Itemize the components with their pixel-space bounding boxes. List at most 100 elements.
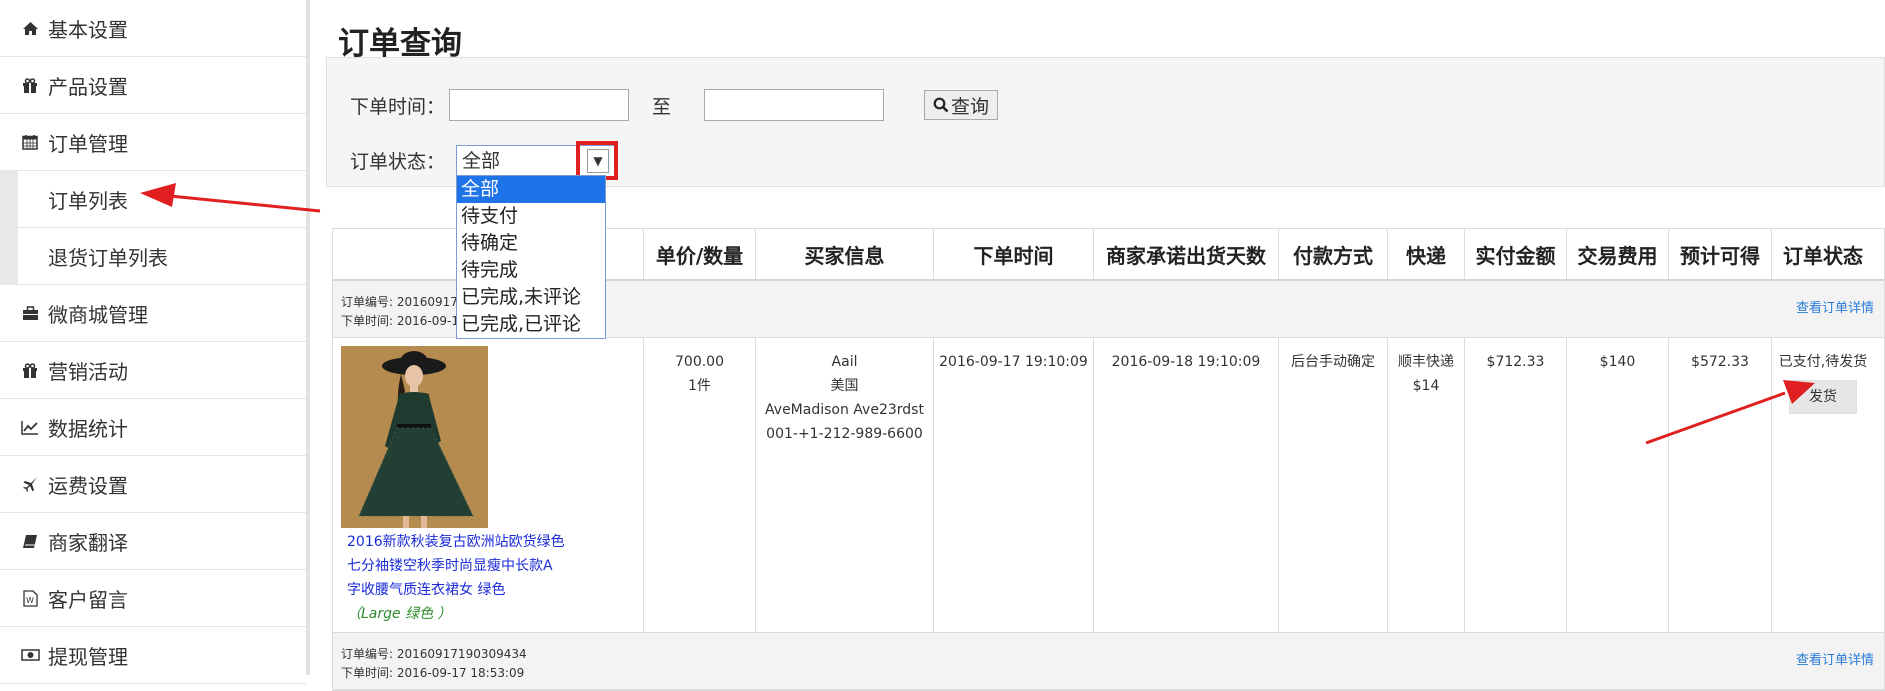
money-icon	[18, 648, 42, 662]
product-name[interactable]: 2016新款秋装复古欧洲站欧货绿色 七分袖镂空秋季时尚显瘦中长款A 字收腰气质连…	[341, 530, 635, 602]
courier-cost: $14	[1412, 378, 1440, 394]
view-order-detail-link[interactable]: 查看订单详情	[1796, 649, 1874, 668]
courier-cell: 顺丰快递 $14	[1387, 338, 1464, 632]
order-meta: 订单编号: 2016091717 下单时间: 2016-09-1	[341, 293, 473, 331]
expected-cell: $572.33	[1668, 338, 1771, 632]
sidebar-subitem-return-order-list[interactable]: 退货订单列表	[0, 228, 306, 285]
column-header-expected: 预计可得	[1668, 229, 1771, 279]
order-header: 订单编号: 20160917190309434 下单时间: 2016-09-17…	[333, 633, 1884, 690]
quantity: 1件	[688, 378, 711, 394]
product-name-line: 2016新款秋装复古欧洲站欧货绿色	[347, 534, 565, 550]
courier-name: 顺丰快递	[1398, 354, 1454, 370]
column-header-courier: 快递	[1387, 229, 1464, 279]
status-cell: 已支付,待发货 发货	[1771, 338, 1874, 632]
status-option-completed-unreviewed[interactable]: 已完成,未评论	[457, 284, 605, 311]
sidebar-item-withdrawal[interactable]: 提现管理	[0, 627, 306, 684]
column-header-buyer: 买家信息	[755, 229, 933, 279]
briefcase-icon	[18, 305, 42, 321]
ship-button[interactable]: 发货	[1789, 380, 1857, 414]
price-qty-cell: 700.00 1件	[643, 338, 755, 632]
column-header-price-qty: 单价/数量	[643, 229, 755, 279]
paid-amount-cell: $712.33	[1464, 338, 1566, 632]
sidebar-item-label: 运费设置	[48, 473, 128, 498]
sidebar-item-label: 客户留言	[48, 587, 128, 612]
sidebar-subitem-order-list[interactable]: 订单列表	[0, 171, 306, 228]
status-option-pending-payment[interactable]: 待支付	[457, 203, 605, 230]
word-doc-icon: W	[18, 589, 42, 607]
sidebar-item-label: 数据统计	[48, 416, 128, 441]
product-variant: （Large 绿色 ）	[347, 606, 452, 622]
calendar-icon	[18, 134, 42, 150]
sidebar-item-statistics[interactable]: 数据统计	[0, 399, 306, 456]
sidebar-item-label: 营销活动	[48, 359, 128, 384]
sidebar-item-label: 产品设置	[48, 74, 128, 99]
order-number: 订单编号: 20160917190309434	[341, 647, 527, 661]
order-time-label: 下单时间：	[350, 96, 446, 118]
order-status-selected-value: 全部	[462, 150, 501, 172]
gift-icon	[18, 362, 42, 378]
gift-icon	[18, 77, 42, 93]
status-option-all[interactable]: 全部	[457, 176, 605, 203]
column-header-order-time: 下单时间	[933, 229, 1093, 279]
column-header-payment: 付款方式	[1278, 229, 1387, 279]
table-row: 2016新款秋装复古欧洲站欧货绿色 七分袖镂空秋季时尚显瘦中长款A 字收腰气质连…	[333, 338, 1884, 633]
order-status-text: 已支付,待发货	[1778, 354, 1868, 370]
sidebar-item-shipping-settings[interactable]: 运费设置	[0, 456, 306, 513]
sidebar-subitem-label: 退货订单列表	[48, 245, 168, 270]
order-status-label: 订单状态：	[350, 151, 446, 173]
order-number: 订单编号: 2016091717	[341, 295, 474, 309]
status-option-pending-complete[interactable]: 待完成	[457, 257, 605, 284]
query-button-label: 查询	[950, 95, 989, 118]
order-time-start-input[interactable]	[449, 89, 629, 121]
date-range-separator: 至	[652, 96, 672, 118]
query-button[interactable]: 查询	[924, 90, 998, 120]
buyer-phone: 001-+1-212-989-6600	[766, 426, 923, 442]
order-time-cell: 2016-09-17 19:10:09	[933, 338, 1093, 632]
fee-cell: $140	[1566, 338, 1668, 632]
sidebar-item-label: 微商城管理	[48, 302, 148, 327]
column-header-ship-days: 商家承诺出货天数	[1093, 229, 1278, 279]
svg-text:W: W	[26, 596, 34, 605]
sidebar-item-product-settings[interactable]: 产品设置	[0, 57, 306, 114]
sidebar-item-label: 基本设置	[48, 17, 128, 42]
product-image[interactable]	[341, 346, 488, 528]
order-status-dropdown: 全部 待支付 待确定 待完成 已完成,未评论 已完成,已评论	[456, 175, 606, 339]
order-meta: 订单编号: 20160917190309434 下单时间: 2016-09-17…	[341, 645, 527, 683]
sidebar-item-merchant-translation[interactable]: 商家翻译	[0, 513, 306, 570]
product-cell: 2016新款秋装复古欧洲站欧货绿色 七分袖镂空秋季时尚显瘦中长款A 字收腰气质连…	[333, 338, 643, 632]
sidebar-item-micro-mall[interactable]: 微商城管理	[0, 285, 306, 342]
product-name-line: 字收腰气质连衣裙女 绿色	[347, 582, 506, 598]
main-content: 订单查询 下单时间： 至 查询 订单状态： 全部 ▼ 全部 待支付 待确定 待完…	[326, 0, 1885, 691]
ship-deadline-cell: 2016-09-18 19:10:09	[1093, 338, 1278, 632]
buyer-country: 美国	[830, 378, 859, 394]
sidebar-item-basic-settings[interactable]: 基本设置	[0, 0, 306, 57]
sidebar: 基本设置 产品设置 订单管理 订单列表 退货订单列表 微商城管理 营销活动 数据…	[0, 0, 310, 684]
status-option-completed-reviewed[interactable]: 已完成,已评论	[457, 311, 605, 338]
column-header-fee: 交易费用	[1566, 229, 1668, 279]
view-order-detail-link[interactable]: 查看订单详情	[1796, 297, 1874, 316]
sidebar-item-marketing[interactable]: 营销活动	[0, 342, 306, 399]
buyer-address: AveMadison Ave23rdst	[765, 402, 924, 418]
buyer-cell: Aail 美国 AveMadison Ave23rdst 001-+1-212-…	[755, 338, 933, 632]
sidebar-item-label: 提现管理	[48, 644, 128, 669]
sidebar-subitem-label: 订单列表	[48, 188, 128, 213]
product-name-line: 七分袖镂空秋季时尚显瘦中长款A	[347, 558, 553, 574]
book-icon	[18, 534, 42, 549]
unit-price: 700.00	[675, 354, 724, 370]
plane-icon	[18, 476, 42, 492]
column-header-paid: 实付金额	[1464, 229, 1566, 279]
column-header-status: 订单状态	[1771, 229, 1874, 279]
sidebar-item-customer-messages[interactable]: W 客户留言	[0, 570, 306, 627]
status-option-pending-confirm[interactable]: 待确定	[457, 230, 605, 257]
line-chart-icon	[18, 420, 42, 435]
sidebar-item-label: 商家翻译	[48, 530, 128, 555]
sidebar-item-label: 订单管理	[48, 131, 128, 156]
buyer-name: Aail	[831, 354, 858, 370]
order-time-end-input[interactable]	[704, 89, 884, 121]
order-time-meta: 下单时间: 2016-09-17 18:53:09	[341, 666, 525, 680]
payment-method-cell: 后台手动确定	[1278, 338, 1387, 632]
home-icon	[18, 21, 42, 36]
sidebar-item-order-management[interactable]: 订单管理	[0, 114, 306, 171]
order-time-meta: 下单时间: 2016-09-1	[341, 314, 459, 328]
search-icon	[933, 97, 949, 113]
